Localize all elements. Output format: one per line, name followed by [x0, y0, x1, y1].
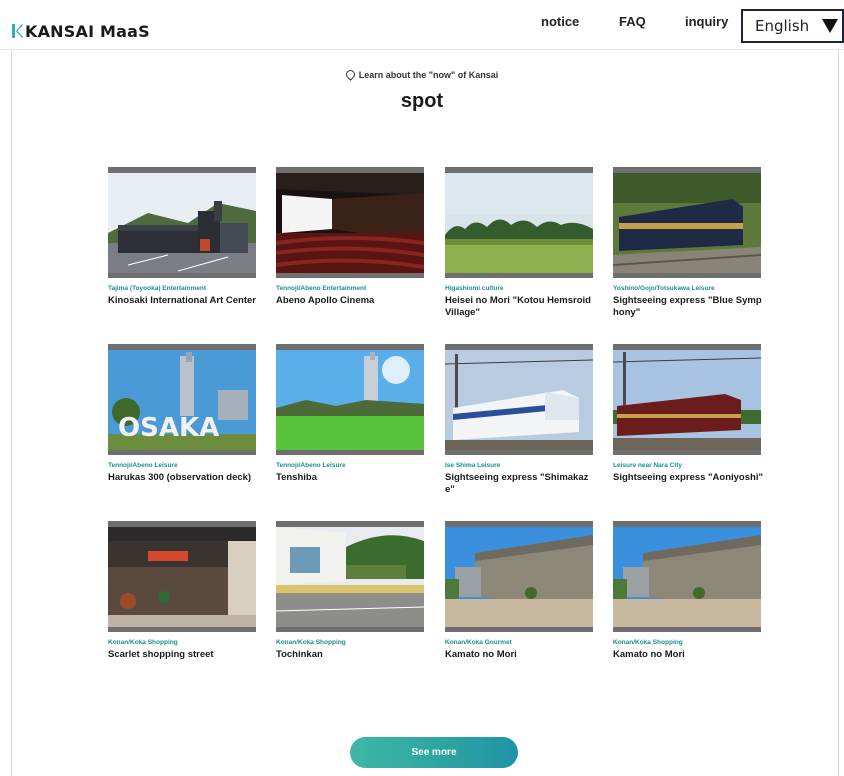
spot-card-tag: Higashiomi culture	[445, 285, 504, 292]
spot-card[interactable]: Konan/Koka Shopping Kamato no Mori	[613, 521, 761, 661]
spot-card-name[interactable]: Sightseeing express "Shimakaze"	[445, 472, 595, 496]
nav-inquiry-link[interactable]: inquiry	[685, 14, 728, 29]
spot-card-image[interactable]	[276, 344, 424, 455]
spot-card-image[interactable]	[613, 521, 761, 632]
spot-card-name[interactable]: Sightseeing express "Aoniyoshi"	[613, 472, 763, 484]
spot-card-image[interactable]	[445, 167, 593, 278]
spot-card-image[interactable]: OSAKA	[108, 344, 256, 455]
spot-card-image[interactable]	[276, 167, 424, 278]
spot-card-image[interactable]	[445, 521, 593, 632]
spot-card-tag: Yoshino/Gojo/Totsukawa Leisure	[613, 285, 715, 292]
spot-card[interactable]: Leisure near Nara City Sightseeing expre…	[613, 344, 763, 484]
spot-card[interactable]: Ise Shima Leisure Sightseeing express "S…	[445, 344, 593, 496]
spot-card-name[interactable]: Tochinkan	[276, 649, 426, 661]
spot-card[interactable]: Konan/Koka Gourmet Kamato no Mori	[445, 521, 593, 661]
spot-card[interactable]: Konan/Koka Shopping Tochinkan	[276, 521, 424, 661]
logo-mark-icon	[12, 24, 23, 38]
spot-card-tag: Konan/Koka Shopping	[276, 639, 346, 646]
spot-card-tag: Konan/Koka Shopping	[108, 639, 178, 646]
spot-card[interactable]: Tajima (Toyooka) Entertainment Kinosaki …	[108, 167, 256, 307]
spot-card-name[interactable]: Kamato no Mori	[613, 649, 763, 661]
spot-card-image[interactable]	[613, 344, 761, 455]
spot-card-image[interactable]	[445, 344, 593, 455]
section-title: spot	[400, 90, 444, 112]
spot-card-image[interactable]	[613, 167, 761, 278]
spot-card[interactable]: Tennoji/Abeno Leisure Tenshiba	[276, 344, 424, 484]
spot-card-name[interactable]: Heisei no Mori "Kotou Hemsroid Village"	[445, 295, 595, 319]
spot-card[interactable]: Higashiomi culture Heisei no Mori "Kotou…	[445, 167, 593, 319]
spot-card-name[interactable]: Kinosaki International Art Center	[108, 295, 258, 307]
spot-card-tag: Tennoji/Abeno Leisure	[276, 462, 346, 469]
site-header: KANSAI MaaS notice FAQ inquiry English	[0, 0, 844, 50]
spot-card-image[interactable]	[108, 167, 256, 278]
spot-card[interactable]: OSAKA Tennoji/Abeno Leisure Harukas 300 …	[108, 344, 256, 484]
spot-card-name[interactable]: Sightseeing express "Blue Symphony"	[613, 295, 763, 319]
spot-card-name[interactable]: Kamato no Mori	[445, 649, 595, 661]
section-eyebrow: Learn about the "now" of Kansai	[0, 68, 844, 81]
spot-card-tag: Tajima (Toyooka) Entertainment	[108, 285, 206, 292]
svg-text:OSAKA: OSAKA	[118, 413, 219, 443]
kansai-maas-logo[interactable]: KANSAI MaaS	[12, 21, 150, 41]
logo-text: KANSAI MaaS	[25, 21, 150, 41]
spot-card-tag: Leisure near Nara City	[613, 462, 683, 469]
caret-down-icon	[822, 19, 838, 33]
frame-divider-left	[11, 50, 12, 776]
section-eyebrow-text: Learn about the "now" of Kansai	[358, 70, 499, 80]
nav-notice-link[interactable]: notice	[541, 14, 579, 29]
language-select[interactable]: English	[741, 9, 844, 43]
spot-card-tag: Tennoji/Abeno Entertainment	[276, 285, 367, 292]
spot-card-name[interactable]: Abeno Apollo Cinema	[276, 295, 426, 307]
spot-card-image[interactable]	[276, 521, 424, 632]
spot-card-image[interactable]	[108, 521, 256, 632]
spot-card-tag: Ise Shima Leisure	[445, 462, 501, 469]
frame-divider-right	[838, 50, 839, 776]
language-select-value: English	[755, 17, 810, 35]
spot-card[interactable]: Konan/Koka Shopping Scarlet shopping str…	[108, 521, 256, 661]
spot-card-name[interactable]: Tenshiba	[276, 472, 426, 484]
spot-card[interactable]: Tennoji/Abeno Entertainment Abeno Apollo…	[276, 167, 424, 307]
spot-card-tag: Konan/Koka Gourmet	[445, 639, 512, 646]
spot-card-tag: Tennoji/Abeno Leisure	[108, 462, 178, 469]
see-more-button[interactable]: See more	[350, 737, 518, 768]
nav-faq-link[interactable]: FAQ	[619, 14, 646, 29]
spot-card[interactable]: Yoshino/Gojo/Totsukawa Leisure Sightseei…	[613, 167, 763, 319]
map-pin-icon	[343, 68, 357, 81]
spot-card-tag: Konan/Koka Shopping	[613, 639, 683, 646]
spot-card-name[interactable]: Scarlet shopping street	[108, 649, 258, 661]
spot-card-name[interactable]: Harukas 300 (observation deck)	[108, 472, 258, 484]
